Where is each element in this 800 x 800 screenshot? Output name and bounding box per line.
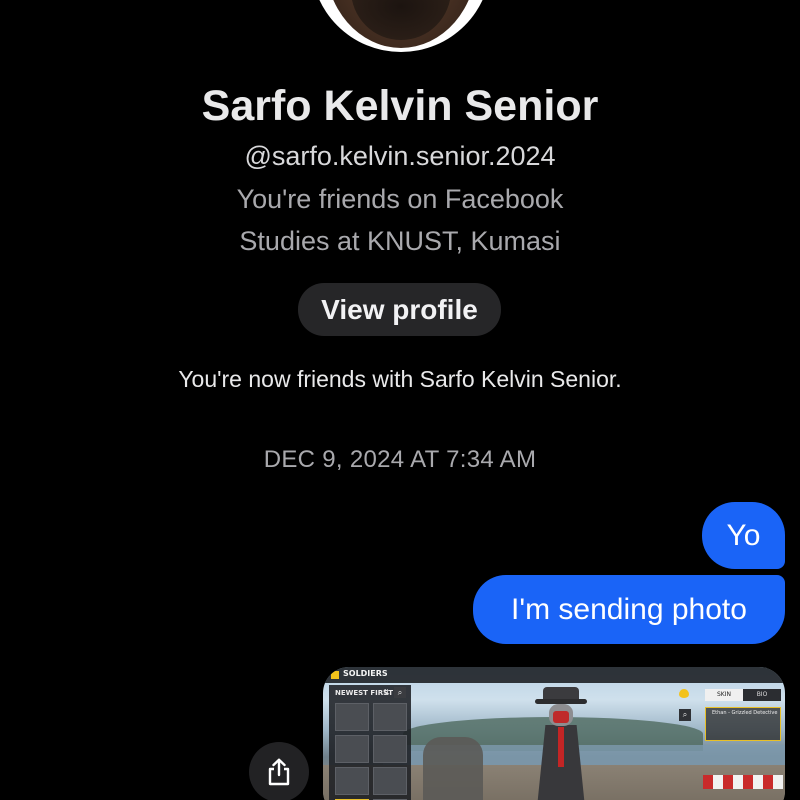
photo-soldier-thumb	[373, 735, 407, 763]
photo-soldier-thumb	[373, 703, 407, 731]
photo-barrier	[703, 775, 783, 789]
photo-soldier-thumb	[373, 767, 407, 795]
contact-avatar[interactable]	[311, 0, 491, 52]
contact-name: Sarfo Kelvin Senior	[201, 82, 599, 130]
view-profile-button[interactable]: View profile	[298, 283, 501, 336]
character-hat-brim	[535, 699, 587, 704]
education-info: Studies at KNUST, Kumasi	[239, 226, 561, 256]
contact-handle: @sarfo.kelvin.senior.2024	[244, 141, 556, 171]
character-tie	[558, 727, 564, 767]
system-message: You're now friends with Sarfo Kelvin Sen…	[178, 366, 622, 392]
photo-skin-name: Ethan - Grizzled Detective	[712, 710, 778, 716]
share-icon	[268, 758, 290, 786]
photo-zoom-icon: ⌕	[679, 709, 691, 721]
photo-header-label: SOLDIERS	[343, 669, 388, 678]
photo-sort-icon: ⇅	[383, 688, 390, 697]
photo-detail-panel: SKIN BIO Ethan - Grizzled Detective	[705, 687, 781, 743]
message-timestamp: DEC 9, 2024 AT 7:34 AM	[263, 446, 537, 473]
photo-tab-bio: BIO	[756, 691, 768, 698]
character-mask	[553, 711, 569, 723]
photo-vehicle	[423, 737, 483, 800]
photo-favorite-icon	[679, 689, 689, 698]
share-button[interactable]	[249, 742, 309, 800]
photo-game-header: SOLDIERS	[323, 667, 785, 683]
photo-character	[535, 687, 587, 800]
outgoing-message-bubble[interactable]: Yo	[702, 502, 785, 569]
outgoing-message-bubble[interactable]: I'm sending photo	[473, 575, 785, 644]
photo-tabs: SKIN BIO	[705, 689, 781, 701]
photo-skin-detail: Ethan - Grizzled Detective	[705, 707, 781, 741]
photo-search-icon: ⌕	[394, 687, 406, 698]
photo-back-icon	[331, 671, 339, 679]
friendship-status: You're friends on Facebook	[236, 184, 564, 214]
photo-tab-skin: SKIN	[705, 689, 743, 701]
shared-photo[interactable]: SOLDIERS NEWEST FIRST ⇅ ⌕ ⌕ SKIN BIO Eth…	[323, 667, 785, 800]
photo-soldier-thumb	[335, 735, 369, 763]
photo-soldier-list: NEWEST FIRST ⇅ ⌕	[329, 685, 411, 800]
photo-soldier-thumb	[335, 703, 369, 731]
photo-soldier-thumb	[335, 767, 369, 795]
